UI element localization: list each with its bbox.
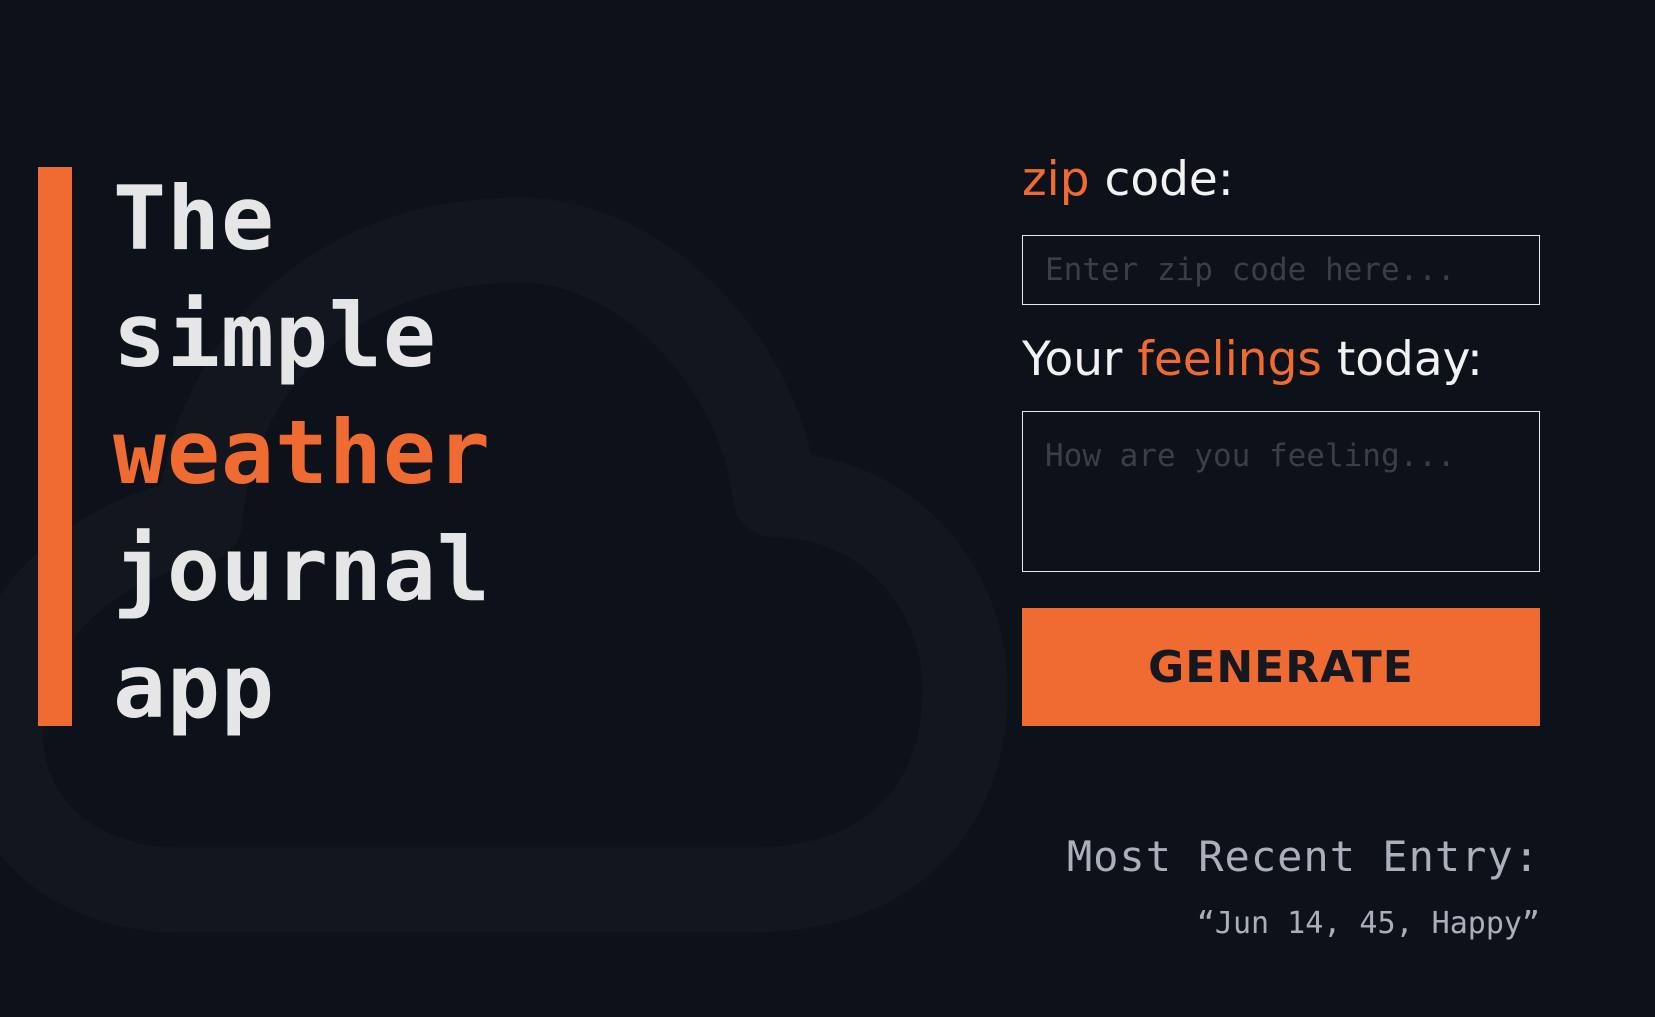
feelings-label-highlight: feelings — [1137, 332, 1322, 387]
feelings-label-start: Your — [1022, 332, 1138, 387]
headline-line-weather: weather — [113, 401, 491, 504]
most-recent-entry: Most Recent Entry: “Jun 14, 45, Happy” — [1067, 830, 1540, 944]
zip-label-highlight: zip — [1022, 152, 1090, 207]
headline-line-journal: journal — [113, 518, 491, 621]
headline-line-simple: simple — [113, 284, 437, 387]
zip-input[interactable] — [1022, 235, 1540, 305]
generate-button[interactable]: GENERATE — [1022, 608, 1540, 726]
accent-bar — [38, 167, 72, 726]
headline-line-app: app — [113, 635, 275, 738]
feelings-label-end: today: — [1321, 332, 1483, 387]
headline-line-the: The — [113, 167, 275, 270]
recent-entry-title: Most Recent Entry: — [1066, 832, 1540, 881]
app-headline: The simple weather journal app — [113, 160, 491, 745]
feelings-label: Your feelings today: — [1022, 330, 1483, 390]
feelings-textarea[interactable] — [1022, 411, 1540, 572]
recent-entry-text: “Jun 14, 45, Happy” — [1196, 906, 1540, 941]
zip-label: zip code: — [1022, 150, 1234, 210]
zip-label-rest: code: — [1089, 152, 1234, 207]
